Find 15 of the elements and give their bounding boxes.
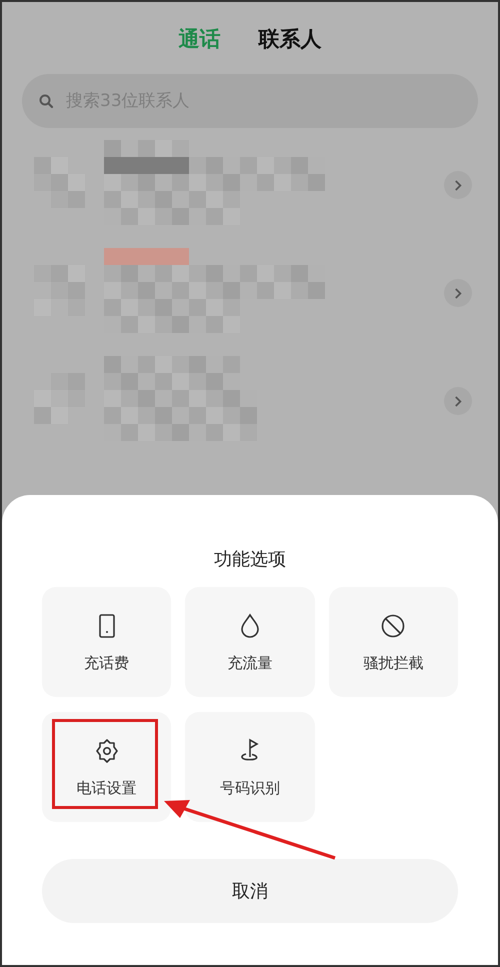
chevron-icon <box>454 286 462 300</box>
chevron-button[interactable] <box>444 171 472 199</box>
cancel-button[interactable]: 取消 <box>42 859 458 923</box>
chevron-button[interactable] <box>444 387 472 415</box>
option-tile[interactable]: 充话费 <box>42 587 172 697</box>
block-icon <box>379 612 408 640</box>
chevron-icon <box>454 178 462 192</box>
tab[interactable]: 联系人 <box>258 24 322 54</box>
option-tile[interactable]: 充流量 <box>185 587 315 697</box>
option-tile[interactable]: 电话设置 <box>42 712 172 822</box>
chevron-button[interactable] <box>444 279 472 307</box>
chevron-icon <box>454 394 462 408</box>
option-tile[interactable]: 骚扰拦截 <box>328 587 458 697</box>
option-tile[interactable]: 号码识别 <box>185 712 315 822</box>
sheet-title: 功能选项 <box>213 548 287 572</box>
